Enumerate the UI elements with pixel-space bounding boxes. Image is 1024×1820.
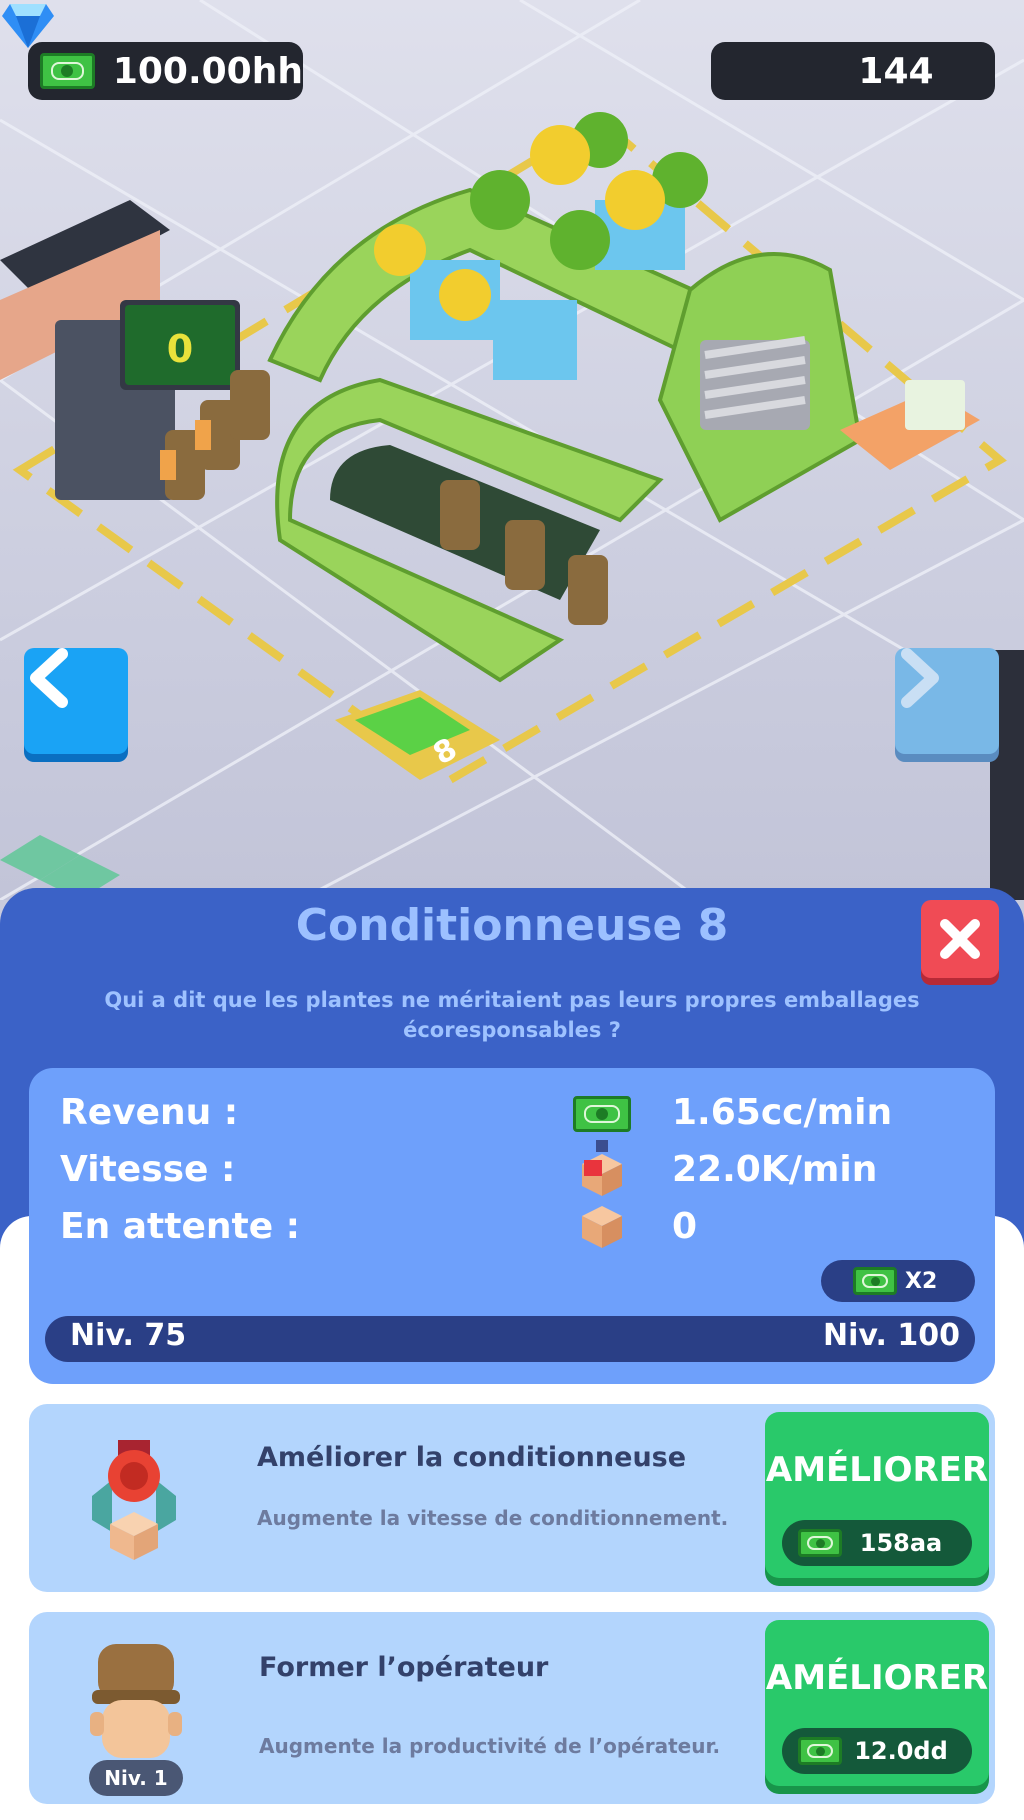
speed-value: 22.0K/min [672,1149,878,1190]
cash-icon [40,53,95,89]
panel-title: Conditionneuse 8 [295,900,729,951]
chevron-left-icon [30,648,68,708]
upgrade-operator-button-label: AMÉLIORER [765,1658,989,1698]
operator-level-badge: Niv. 1 [89,1760,183,1796]
target-level: Niv. 100 [823,1318,960,1353]
close-icon [940,919,980,959]
cash-icon [798,1529,842,1557]
speed-label: Vitesse : [60,1149,236,1190]
cash-icon [573,1096,631,1132]
next-machine-button[interactable] [895,648,999,754]
packing-claw-icon [92,1440,176,1560]
income-boost-badge: X2 [821,1260,975,1302]
close-button[interactable] [921,900,999,978]
operator-avatar-icon [90,1644,182,1758]
waiting-label: En attente : [60,1206,301,1247]
panel-description: Qui a dit que les plantes ne méritaient … [104,988,920,1042]
upgrade-packer-price-value: 158aa [859,1529,943,1557]
current-level: Niv. 75 [70,1318,187,1353]
upgrade-packer-button[interactable]: AMÉLIORER 158aa [765,1412,989,1578]
upgrade-packer-description: Augmente la vitesse de conditionnement. [257,1506,729,1530]
factory-floor-illustration: 0 8 [0,0,1024,900]
upgrade-operator-button[interactable]: AMÉLIORER 12.0dd [765,1620,989,1786]
gem-counter: 144 [711,42,995,100]
upgrade-operator-price-value: 12.0dd [854,1737,948,1765]
upgrade-operator-title: Former l’opérateur [259,1652,549,1683]
previous-machine-button[interactable] [24,648,128,754]
cash-icon [853,1267,897,1295]
income-value: 1.65cc/min [672,1092,893,1133]
boost-multiplier: X2 [905,1268,938,1294]
upgrade-packer-price: 158aa [782,1520,972,1566]
gem-icon [2,4,54,48]
box-icon [582,1206,622,1248]
upgrade-operator-price: 12.0dd [782,1728,972,1774]
waiting-value: 0 [672,1206,698,1247]
cash-counter: 100.00hh [28,42,303,100]
upgrade-packer-title: Améliorer la conditionneuse [257,1442,687,1473]
gem-amount: 144 [858,50,934,92]
cash-icon [798,1737,842,1765]
cash-amount: 100.00hh [112,50,303,92]
upgrade-packer-button-label: AMÉLIORER [765,1450,989,1490]
counter-display: 0 [167,327,193,371]
upgrade-operator-description: Augmente la productivité de l’opérateur. [259,1734,721,1758]
chevron-right-icon [901,648,939,708]
income-label: Revenu : [60,1092,239,1133]
factory-scene[interactable]: 0 8 100.00hh 144 [0,0,1024,900]
box-speed-icon [582,1140,622,1196]
